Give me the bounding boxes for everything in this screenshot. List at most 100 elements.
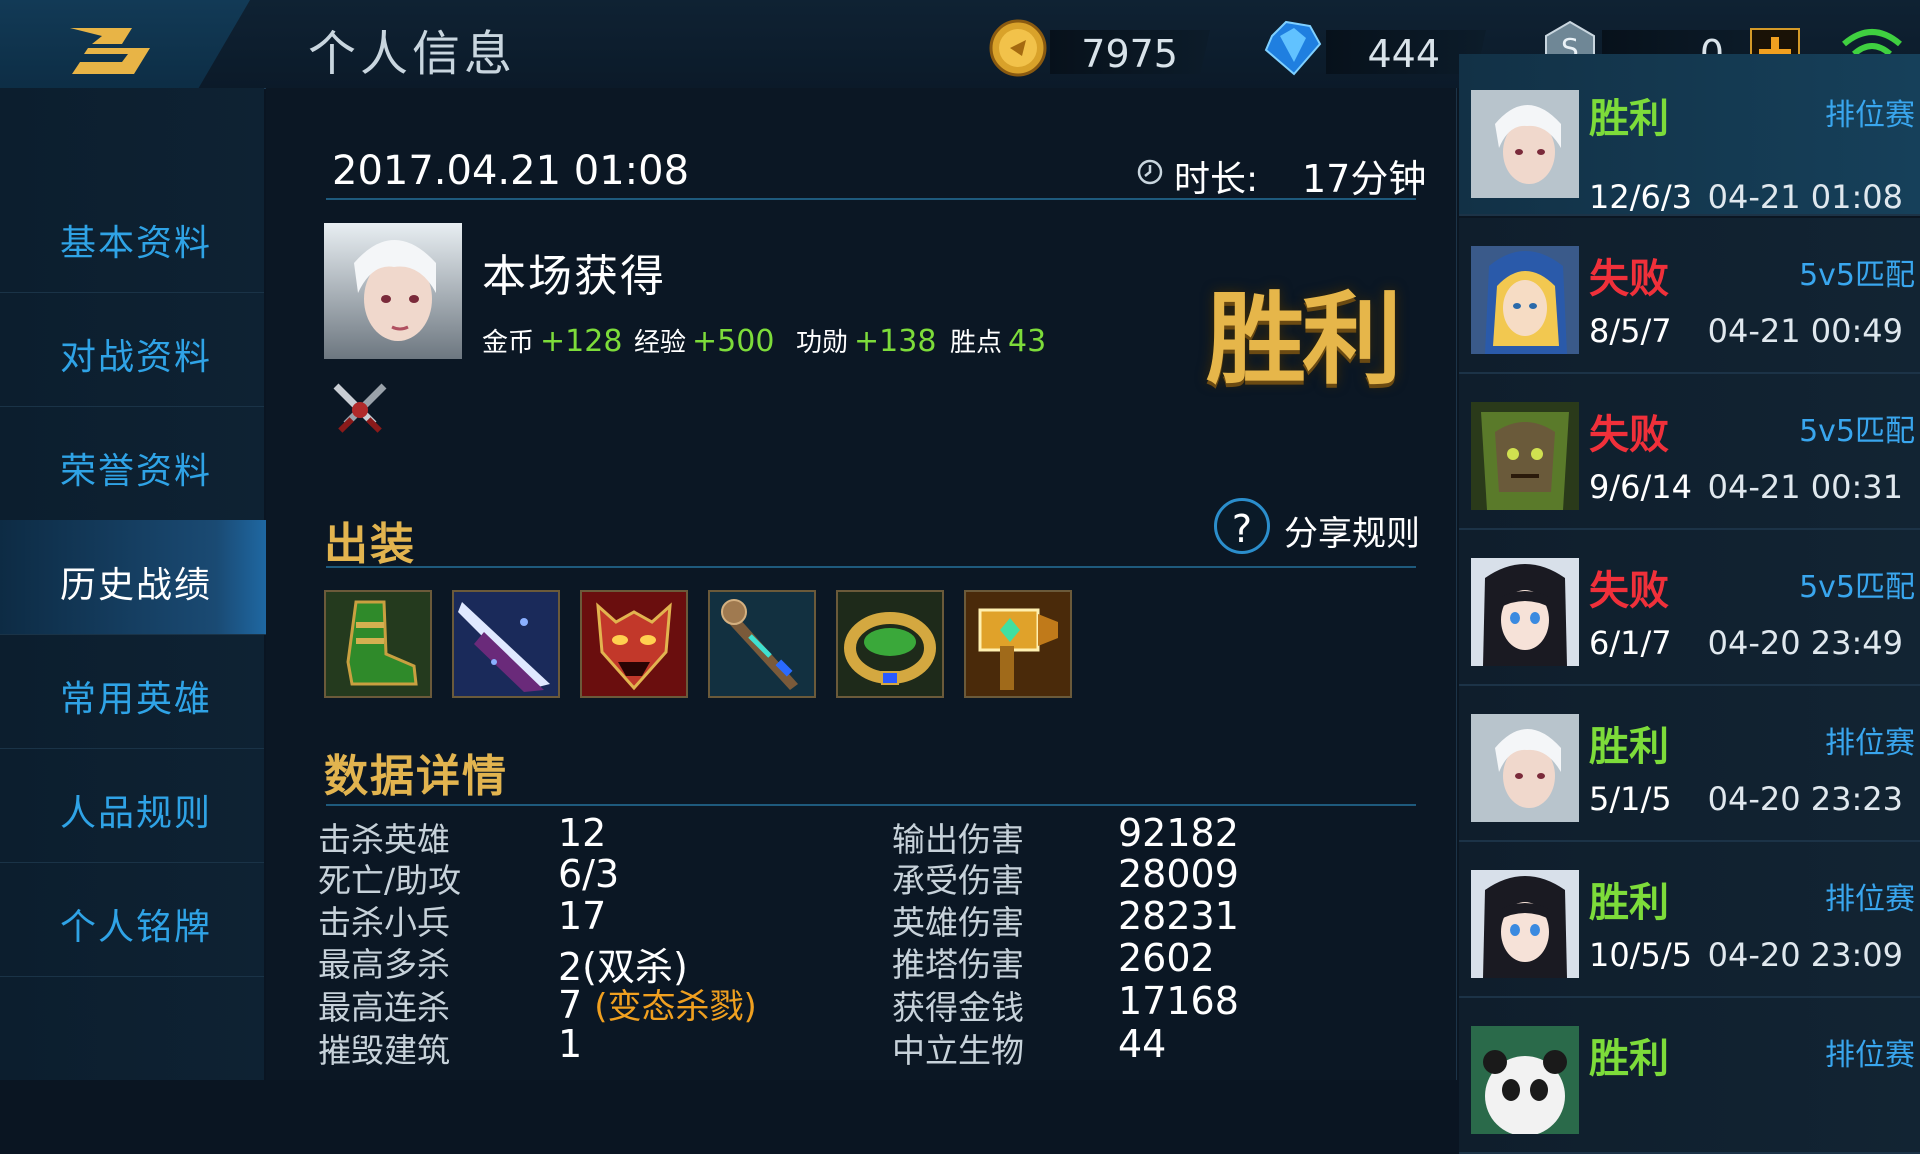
item-hammer[interactable]	[964, 590, 1072, 698]
history-mode: 排位赛	[1825, 1038, 1915, 1073]
stats-section-title: 数据详情	[324, 751, 508, 802]
stat-value: 17	[558, 894, 607, 938]
clock-icon	[1137, 159, 1163, 185]
history-time: 04-21 00:49	[1707, 312, 1903, 350]
history-item[interactable]: 失败 5v5匹配 9/6/14 04-21 00:31	[1459, 374, 1920, 530]
blade-icon	[454, 592, 558, 696]
history-mode: 排位赛	[1825, 726, 1915, 761]
hero-avatar-elf	[1471, 90, 1579, 198]
history-time: 04-20 23:23	[1707, 780, 1903, 818]
diamond-value: 444	[1367, 32, 1440, 76]
history-item[interactable]: 胜利 排位赛 5/1/5 04-20 23:23	[1459, 686, 1920, 842]
item-boots[interactable]	[324, 590, 432, 698]
history-result: 胜利	[1589, 724, 1669, 770]
stat-label: 击杀小兵	[318, 903, 450, 942]
demon-mask-icon	[582, 592, 686, 696]
stat-value: 44	[1118, 1022, 1167, 1066]
stat-label: 最高多杀	[318, 945, 450, 984]
sidebar: 基本资料 对战资料 荣誉资料 历史战绩 常用英雄 人品规则 个人铭牌	[0, 88, 270, 1080]
gear-section-title: 出装	[324, 519, 416, 570]
history-result: 失败	[1589, 568, 1669, 614]
history-mode: 5v5匹配	[1799, 570, 1915, 605]
sidebar-item-label: 人品规则	[60, 793, 213, 834]
reward-win-points: 胜点 43	[950, 322, 1046, 359]
stat-label: 推塔伤害	[892, 945, 1024, 984]
stat-label: 中立生物	[892, 1031, 1024, 1070]
sidebar-item-common-heroes[interactable]: 常用英雄	[0, 634, 264, 749]
stat-value: 28231	[1118, 894, 1239, 938]
sidebar-item-label: 历史战绩	[60, 565, 213, 606]
sidebar-item-nameplate[interactable]: 个人铭牌	[0, 862, 264, 977]
stat-label: 英雄伤害	[892, 903, 1024, 942]
stat-value: 28009	[1118, 852, 1239, 896]
item-ring[interactable]	[836, 590, 944, 698]
stat-value: 2602	[1118, 936, 1215, 980]
sidebar-item-label: 基本资料	[60, 223, 213, 264]
item-staff[interactable]	[708, 590, 816, 698]
reward-label: 金币	[482, 328, 535, 358]
history-result: 胜利	[1589, 880, 1669, 926]
history-item[interactable]: 胜利 排位赛	[1459, 998, 1920, 1154]
item-blade[interactable]	[452, 590, 560, 698]
sidebar-item-battle-data[interactable]: 对战资料	[0, 292, 264, 407]
history-result: 胜利	[1589, 1036, 1669, 1082]
history-result: 失败	[1589, 412, 1669, 458]
hero-avatar-blonde	[1471, 246, 1579, 354]
match-detail-panel: 2017.04.21 01:08 时长: 17分钟 本场获得 金币 +128 经验…	[266, 88, 1456, 1080]
reward-label: 功勋	[796, 328, 849, 358]
history-time: 04-21 00:31	[1707, 468, 1903, 506]
divider	[326, 804, 1416, 806]
back-arrow-icon	[70, 28, 150, 74]
divider	[326, 566, 1416, 568]
history-kda: 10/5/5	[1589, 936, 1692, 974]
boots-icon	[326, 592, 430, 696]
history-mode: 5v5匹配	[1799, 414, 1915, 449]
gold-coin-icon	[989, 19, 1047, 77]
reward-value: +128	[540, 324, 623, 359]
share-rules-button[interactable]: ? 分享规则	[1214, 498, 1434, 562]
history-item[interactable]: 失败 5v5匹配 6/1/7 04-20 23:49	[1459, 530, 1920, 686]
history-mode: 排位赛	[1825, 98, 1915, 133]
stat-extra: (变态杀戮)	[594, 987, 757, 1027]
history-result: 胜利	[1589, 96, 1669, 142]
divider	[326, 198, 1416, 200]
sidebar-item-basic-info[interactable]: 基本资料	[0, 178, 264, 293]
stat-label: 获得金钱	[892, 988, 1024, 1027]
sidebar-item-label: 个人铭牌	[60, 907, 213, 948]
gold-counter: 7975	[988, 18, 1228, 77]
history-item[interactable]: 胜利 排位赛 12/6/3 04-21 01:08	[1459, 54, 1920, 216]
reward-gold: 金币 +128	[482, 322, 622, 359]
stat-label: 最高连杀	[318, 988, 450, 1027]
sidebar-item-match-history[interactable]: 历史战绩	[0, 520, 270, 635]
stat-value: 12	[558, 811, 607, 855]
stat-label: 承受伤害	[892, 861, 1024, 900]
history-item[interactable]: 胜利 排位赛 10/5/5 04-20 23:09	[1459, 842, 1920, 998]
sidebar-item-honor-data[interactable]: 荣誉资料	[0, 406, 264, 521]
staff-icon	[710, 592, 814, 696]
sidebar-item-label: 荣誉资料	[60, 451, 213, 492]
item-demon-mask[interactable]	[580, 590, 688, 698]
history-item[interactable]: 失败 5v5匹配 8/5/7 04-21 00:49	[1459, 218, 1920, 374]
history-kda: 6/1/7	[1589, 624, 1672, 662]
stat-label: 摧毁建筑	[318, 1031, 450, 1070]
stat-value: 92182	[1118, 811, 1239, 855]
reward-label: 经验	[634, 328, 687, 358]
history-mode: 5v5匹配	[1799, 258, 1915, 293]
sidebar-item-character-rules[interactable]: 人品规则	[0, 748, 264, 863]
history-kda: 5/1/5	[1589, 780, 1672, 818]
reward-label: 胜点	[950, 328, 1003, 358]
victory-badge: 胜利	[1206, 280, 1402, 398]
crossed-swords-icon[interactable]	[330, 380, 390, 442]
stat-label: 死亡/助攻	[318, 861, 462, 900]
sidebar-item-label: 常用英雄	[60, 679, 213, 720]
reward-value: +138	[854, 324, 937, 359]
hero-portrait	[324, 223, 462, 359]
reward-merit: 功勋 +138	[796, 322, 936, 359]
match-history-list[interactable]: 胜利 排位赛 12/6/3 04-21 01:08 失败 5v5匹配 8/5/7…	[1456, 54, 1920, 1154]
page-title: 个人信息	[308, 26, 517, 82]
duration-label: 时长:	[1174, 159, 1259, 200]
hero-avatar-darkhair	[1471, 870, 1579, 978]
history-time: 04-20 23:09	[1707, 936, 1903, 974]
history-time: 04-21 01:08	[1707, 178, 1903, 216]
ring-icon	[838, 592, 942, 696]
